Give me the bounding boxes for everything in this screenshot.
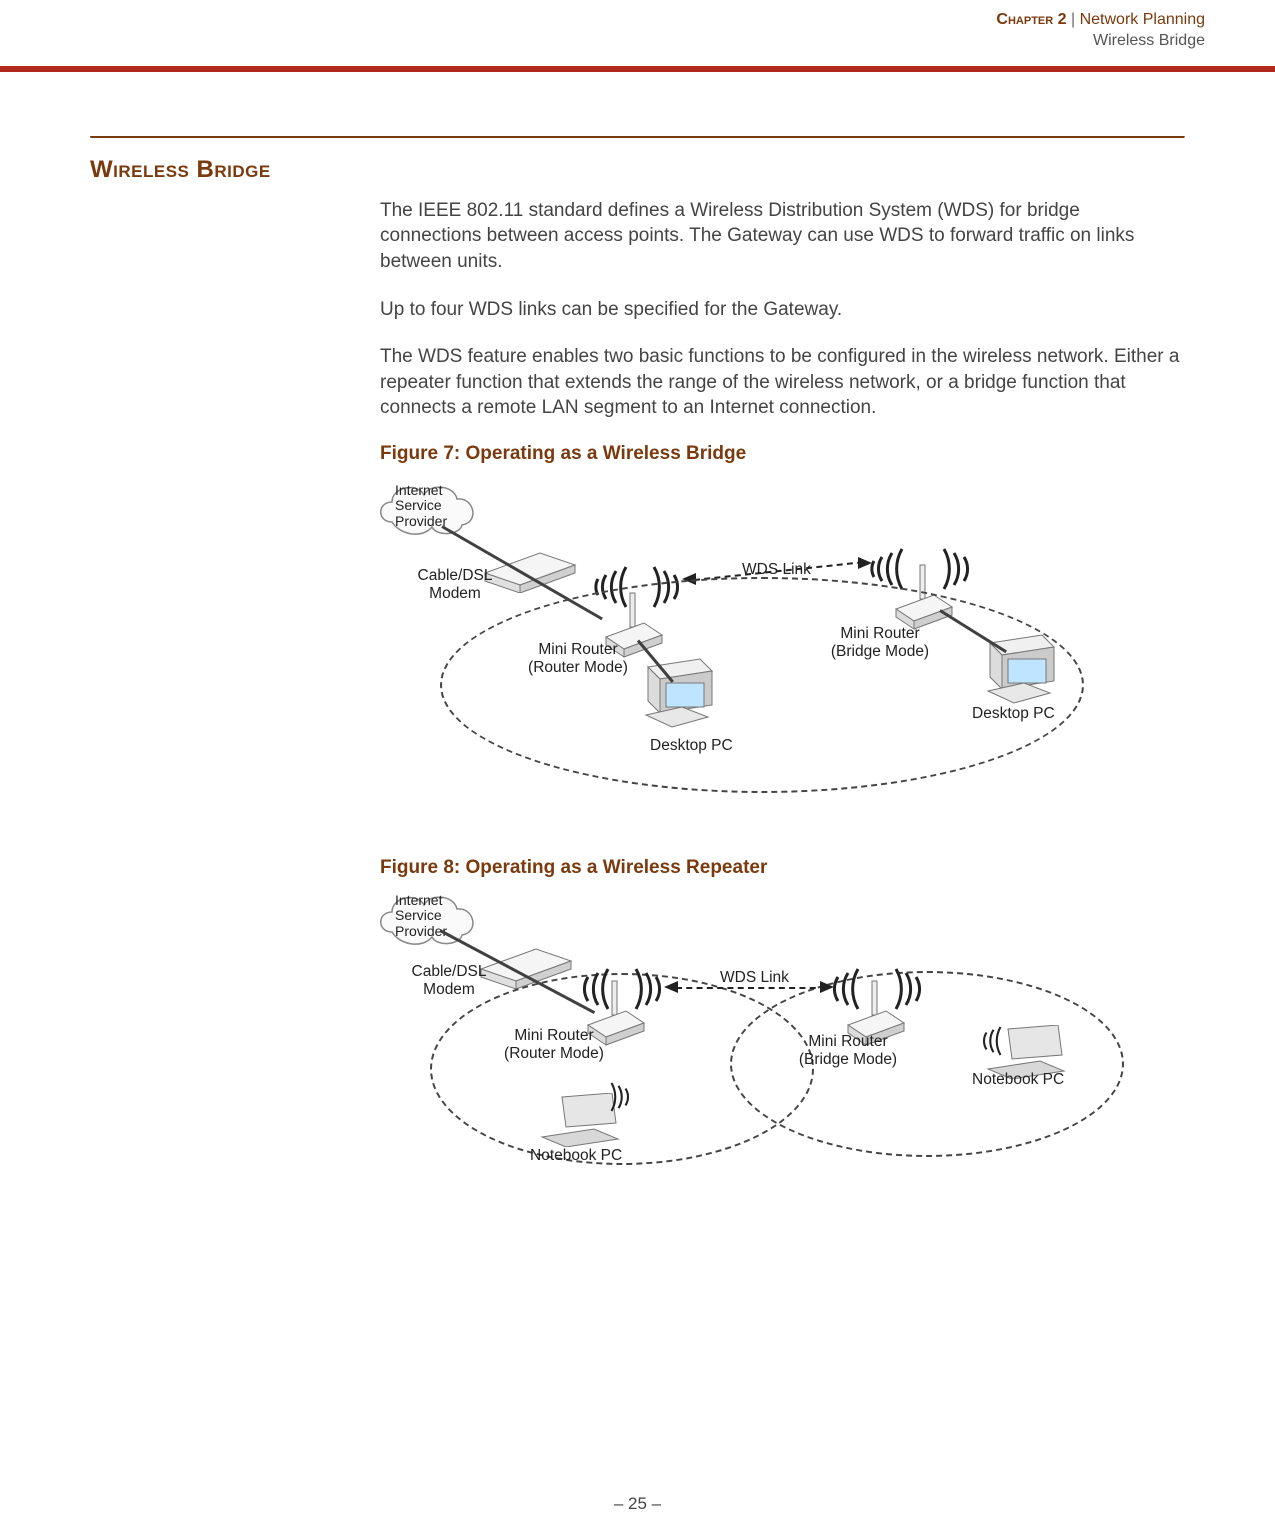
chapter-title: Network Planning [1080, 11, 1205, 28]
modem-label: Cable/DSL Modem [404, 963, 494, 999]
wifi-waves-icon [605, 1077, 654, 1116]
section-rule [90, 136, 1185, 138]
chapter-label: Chapter 2 [996, 11, 1066, 28]
page-number: – 25 – [0, 1494, 1275, 1514]
router-mode-label: Mini Router (Router Mode) [494, 1027, 614, 1063]
paragraph-2: Up to four WDS links can be specified fo… [380, 297, 1185, 323]
arrowhead-right-icon [820, 981, 834, 993]
body-text: The IEEE 802.11 standard defines a Wirel… [380, 198, 1185, 421]
coverage-ellipse [440, 577, 1084, 793]
wifi-waves-icon [934, 541, 1004, 597]
header-subtitle: Wireless Bridge [0, 31, 1205, 52]
wifi-waves-icon [886, 961, 956, 1017]
figure8-caption: Figure 8: Operating as a Wireless Repeat… [380, 857, 1275, 879]
notebook-right-label: Notebook PC [972, 1071, 1064, 1089]
notebook-left-label: Notebook PC [530, 1147, 622, 1165]
figure8-diagram: Internet Service Provider Cable/DSL Mode… [380, 883, 1215, 1203]
paragraph-1: The IEEE 802.11 standard defines a Wirel… [380, 198, 1185, 275]
paragraph-3: The WDS feature enables two basic functi… [380, 344, 1185, 421]
figure7-caption: Figure 7: Operating as a Wireless Bridge [380, 443, 1275, 465]
modem-label: Cable/DSL Modem [410, 567, 500, 603]
section-title: Wireless Bridge [90, 156, 1275, 184]
wifi-waves-icon [548, 961, 618, 1017]
page-header: Chapter 2 | Network Planning Wireless Br… [0, 0, 1275, 60]
header-line-1: Chapter 2 | Network Planning [0, 10, 1205, 31]
arrowhead-right-icon [858, 557, 872, 569]
wifi-waves-icon [959, 1021, 1008, 1060]
header-separator: | [1067, 11, 1080, 28]
header-red-bar [0, 66, 1275, 72]
wifi-waves-icon [626, 961, 696, 1017]
figure7-diagram: Internet Service Provider Cable/DSL Mode… [380, 469, 1215, 829]
wds-link-line [676, 987, 826, 989]
arrowhead-left-icon [664, 981, 678, 993]
bridge-mode-label: Mini Router (Bridge Mode) [788, 1033, 908, 1069]
isp-label: Internet Service Provider [395, 483, 447, 529]
wds-link-label: WDS Link [720, 969, 789, 987]
